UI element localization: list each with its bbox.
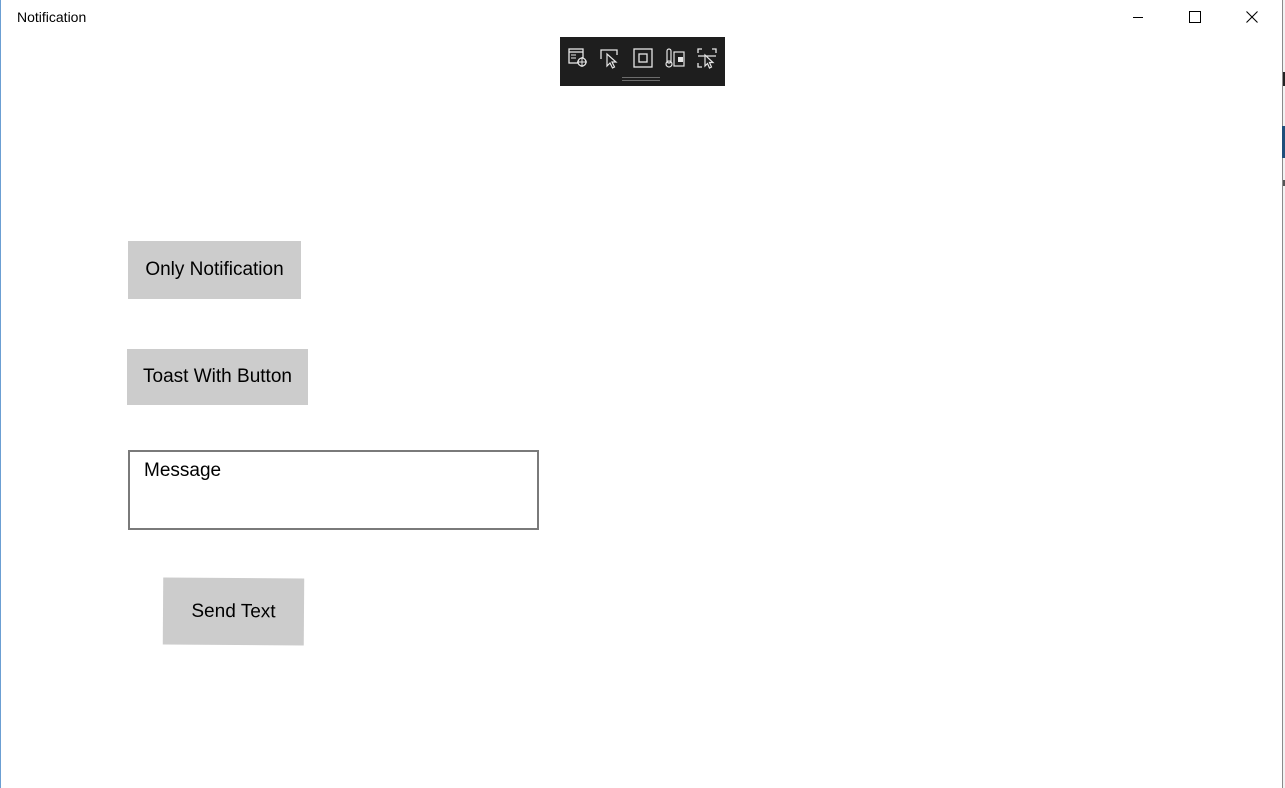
live-visual-tree-button[interactable]: [566, 46, 590, 70]
display-layout-adorners-icon: [633, 48, 653, 68]
minimize-button[interactable]: [1115, 0, 1161, 34]
title-bar[interactable]: Notification: [1, 0, 1284, 34]
select-element-icon: [600, 49, 618, 69]
window-title: Notification: [17, 9, 87, 25]
track-focus-button[interactable]: [663, 46, 687, 70]
maximize-button[interactable]: [1172, 0, 1218, 34]
only-notification-button[interactable]: Only Notification: [128, 241, 301, 299]
close-button[interactable]: [1229, 0, 1275, 34]
maximize-icon: [1189, 11, 1201, 23]
select-element-button[interactable]: [598, 46, 622, 70]
layout-adorners-button[interactable]: [631, 46, 655, 70]
preview-selection-icon: [697, 48, 717, 69]
send-text-button[interactable]: Send Text: [162, 577, 305, 646]
track-focus-icon: [665, 48, 685, 68]
close-icon: [1246, 11, 1258, 23]
app-window: Notification Only Notification Toast Wit…: [0, 0, 1283, 788]
toolbar-drag-grip[interactable]: [622, 77, 660, 81]
minimize-icon: [1133, 17, 1143, 18]
xaml-debug-toolbar: [560, 37, 725, 86]
live-visual-tree-icon: [568, 48, 587, 67]
message-input[interactable]: Message: [128, 450, 539, 530]
preview-selection-button[interactable]: [695, 46, 719, 70]
toast-with-button-button[interactable]: Toast With Button: [127, 349, 308, 405]
